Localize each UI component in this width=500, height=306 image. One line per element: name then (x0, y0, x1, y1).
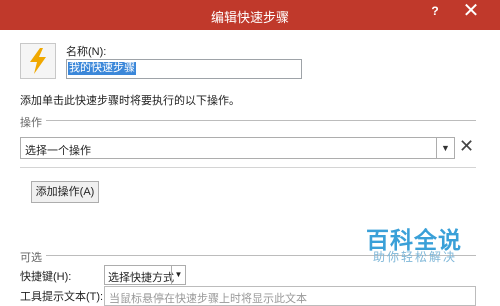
watermark-slogan: 助你轻松解决 (373, 250, 458, 264)
tooltip-label: 工具提示文本(T): (20, 291, 104, 303)
lightning-icon (30, 48, 46, 74)
operations-section-label: 操作 (20, 117, 42, 129)
tooltip-placeholder: 当鼠标悬停在快速步骤上时将显示此文本 (109, 293, 307, 305)
shortcut-select-value: 选择快捷方式 (108, 272, 174, 284)
help-button[interactable]: ? (427, 3, 443, 19)
chevron-down-icon[interactable]: ▼ (436, 138, 454, 158)
quick-step-icon-button[interactable] (20, 43, 56, 79)
action-group-divider (20, 167, 476, 168)
window-title: 编辑快速步骤 (210, 10, 289, 25)
action-select[interactable]: 选择一个操作 ▼ (20, 137, 455, 159)
title-bar: 编辑快速步骤 ? ✕ (0, 0, 500, 30)
name-input[interactable]: 我的快速步骤 (66, 59, 302, 79)
add-action-button[interactable]: 添加操作(A) (31, 181, 99, 203)
name-label: 名称(N): (66, 46, 107, 58)
close-button[interactable]: ✕ (451, 0, 491, 22)
tooltip-input[interactable]: 当鼠标悬停在快速步骤上时将显示此文本 (104, 286, 476, 306)
action-select-value: 选择一个操作 (25, 145, 91, 157)
chevron-down-icon[interactable]: ▼ (171, 266, 185, 284)
name-input-value: 我的快速步骤 (68, 62, 136, 75)
optional-section-label: 可选 (20, 252, 42, 264)
shortcut-select[interactable]: 选择快捷方式 ▼ (104, 265, 186, 285)
description-text: 添加单击此快速步骤时将要执行的以下操作。 (20, 95, 240, 107)
shortcut-label: 快捷键(H): (20, 271, 72, 283)
operations-divider (46, 120, 476, 121)
remove-action-icon[interactable]: ✕ (459, 136, 474, 156)
